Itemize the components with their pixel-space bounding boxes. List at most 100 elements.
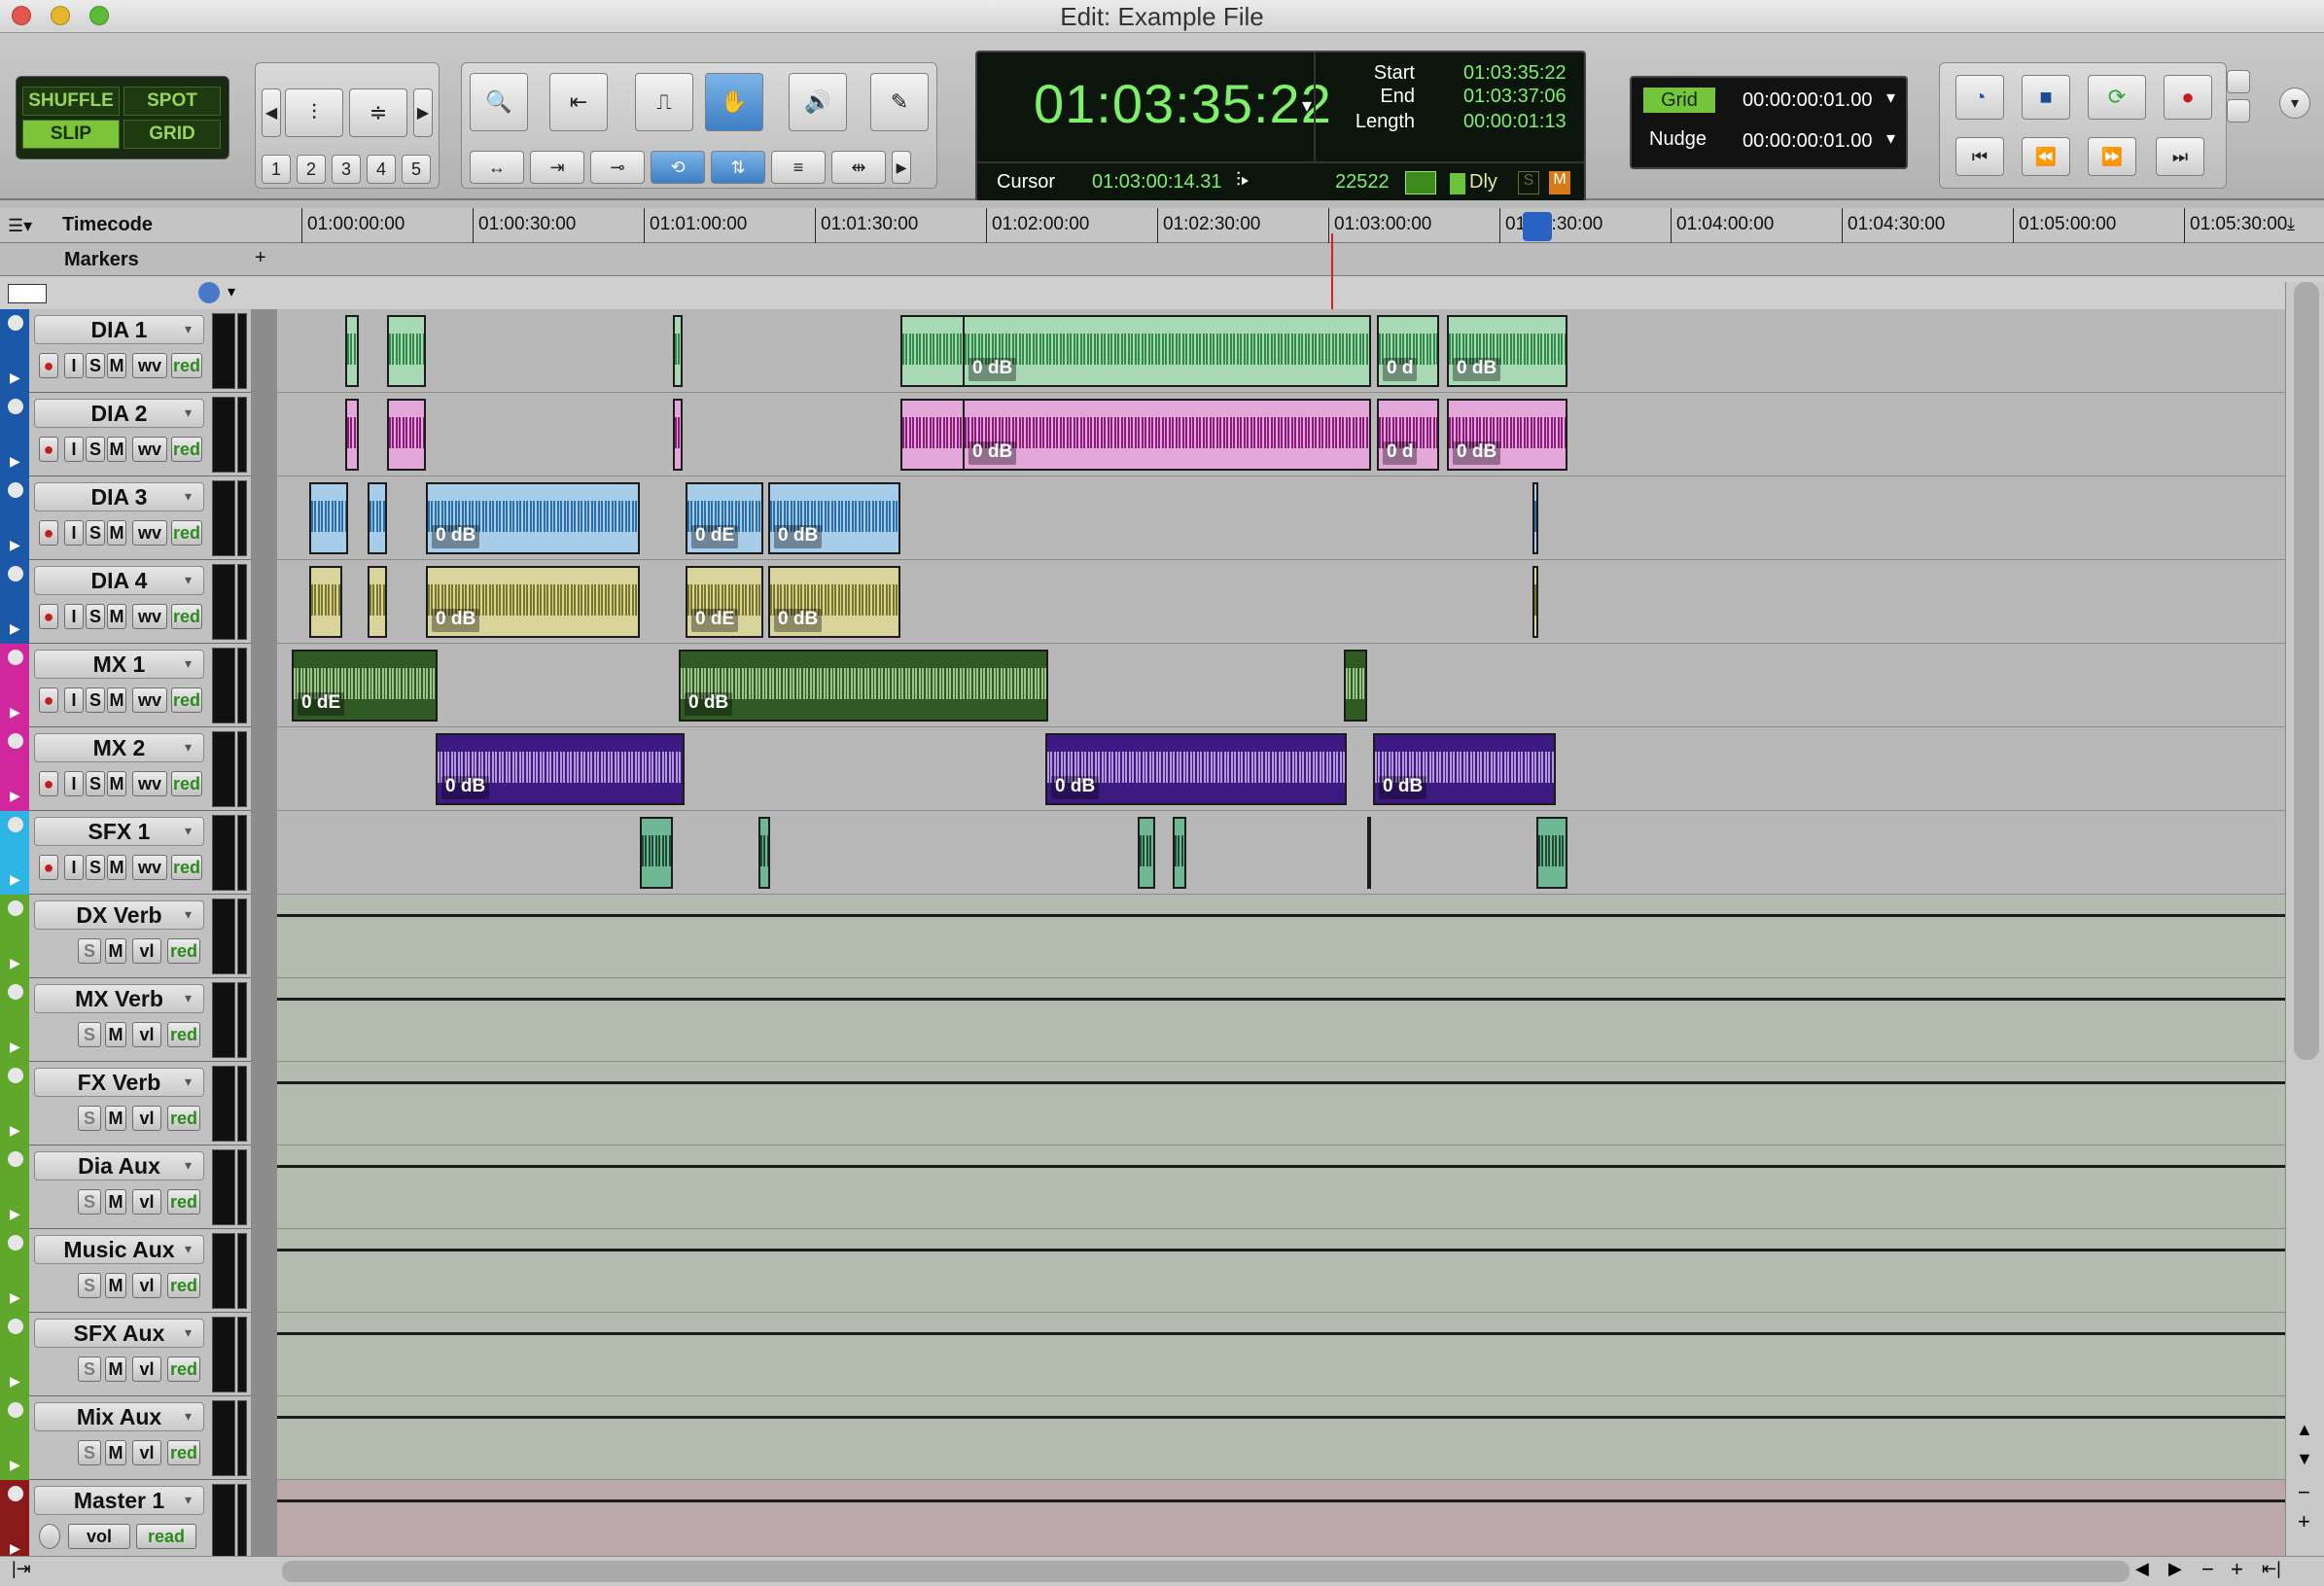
- solo-button[interactable]: S: [78, 1440, 101, 1465]
- audio-clip[interactable]: [345, 399, 359, 471]
- automation-line[interactable]: [277, 1081, 2285, 1084]
- solo-button[interactable]: S: [86, 855, 105, 880]
- length-value[interactable]: 00:00:01:13: [1463, 111, 1567, 133]
- input-monitor-button[interactable]: I: [64, 604, 84, 629]
- automation-mode-button[interactable]: red: [171, 855, 202, 880]
- audio-clip[interactable]: [640, 817, 673, 889]
- slip-mode-button[interactable]: SLIP: [22, 120, 120, 149]
- track-view-button[interactable]: wv: [132, 520, 167, 546]
- audio-clip[interactable]: [900, 399, 965, 471]
- mute-button[interactable]: M: [105, 1022, 126, 1047]
- mute-button[interactable]: M: [105, 938, 126, 964]
- markers-ruler[interactable]: Markers +: [0, 243, 2324, 276]
- record-enable-button[interactable]: ●: [39, 855, 58, 880]
- link-timeline-icon[interactable]: ⇥: [530, 151, 584, 184]
- track-view-button[interactable]: vl: [132, 1106, 161, 1131]
- track-name-dropdown-icon[interactable]: ▾: [185, 321, 192, 337]
- track-view-button[interactable]: vl: [132, 1357, 161, 1382]
- track-name-dropdown-icon[interactable]: ▾: [185, 990, 192, 1006]
- audio-clip[interactable]: 0 dB: [963, 399, 1371, 471]
- automation-mode-button[interactable]: red: [167, 1357, 200, 1382]
- fast-forward-icon[interactable]: ⏩: [2088, 137, 2136, 176]
- track-lane[interactable]: [277, 978, 2285, 1062]
- track-name[interactable]: Master 1: [34, 1486, 204, 1515]
- track-lane[interactable]: [277, 1313, 2285, 1396]
- track-name-dropdown-icon[interactable]: ▾: [185, 739, 192, 756]
- play-loop-icon[interactable]: ⟳: [2088, 75, 2146, 120]
- zoom-preset-button[interactable]: 5: [402, 155, 431, 184]
- record-enable-button[interactable]: ●: [39, 604, 58, 629]
- automation-mode-button[interactable]: red: [167, 1189, 200, 1215]
- automation-mode-button[interactable]: red: [167, 1106, 200, 1131]
- track-disclosure-icon[interactable]: [8, 1319, 23, 1334]
- shuffle-mode-button[interactable]: SHUFFLE: [22, 87, 120, 116]
- start-value[interactable]: 01:03:35:22: [1463, 62, 1567, 85]
- automation-mode-button[interactable]: red: [171, 604, 202, 629]
- audio-clip[interactable]: 0 dB: [963, 315, 1371, 387]
- track-name[interactable]: SFX Aux: [34, 1319, 204, 1348]
- online-icon[interactable]: ◔: [1955, 75, 2004, 120]
- solo-button[interactable]: S: [78, 1022, 101, 1047]
- keyboard-focus-icon[interactable]: ⇹: [831, 151, 886, 184]
- return-to-zero-icon[interactable]: ⏮: [1955, 137, 2004, 176]
- delay-comp-icon[interactable]: [1450, 173, 1465, 194]
- nudge-value[interactable]: 00:00:00:01.00: [1743, 130, 1872, 153]
- horizontal-scroll-thumb[interactable]: [282, 1561, 2130, 1582]
- stop-icon[interactable]: ■: [2022, 75, 2070, 120]
- selector-tool-icon[interactable]: ⎍: [635, 73, 693, 131]
- automation-expand-icon[interactable]: ▶: [10, 1457, 20, 1473]
- mute-button[interactable]: M: [105, 1440, 126, 1465]
- end-value[interactable]: 01:03:37:06: [1463, 86, 1567, 108]
- record-enable-button[interactable]: ●: [39, 437, 58, 462]
- record-enable-button[interactable]: ●: [39, 520, 58, 546]
- grid-label[interactable]: Grid: [1643, 88, 1715, 113]
- grabber-tool-icon[interactable]: ✋: [705, 73, 763, 131]
- track-lane[interactable]: [277, 1062, 2285, 1145]
- track-disclosure-icon[interactable]: [8, 482, 23, 498]
- input-monitor-button[interactable]: I: [64, 437, 84, 462]
- track-lane[interactable]: 0 dB 0 dB 0 dB: [277, 727, 2285, 811]
- track-disclosure-icon[interactable]: [8, 1151, 23, 1167]
- track-options-icon[interactable]: ▾: [228, 282, 235, 301]
- tools-more-icon[interactable]: ▶: [892, 151, 911, 184]
- track-disclosure-icon[interactable]: [8, 1068, 23, 1083]
- rewind-icon[interactable]: ⏪: [2022, 137, 2070, 176]
- automation-expand-icon[interactable]: ▶: [10, 1039, 20, 1055]
- automation-expand-icon[interactable]: ▶: [10, 1373, 20, 1390]
- automation-expand-icon[interactable]: ▶: [10, 1206, 20, 1222]
- track-disclosure-icon[interactable]: [8, 817, 23, 832]
- audio-clip[interactable]: 0 dB: [679, 650, 1048, 722]
- automation-expand-icon[interactable]: ▶: [10, 1122, 20, 1139]
- automation-mode-button[interactable]: red: [167, 1273, 200, 1298]
- horizontal-scrollbar[interactable]: |⇥ ◀ ▶ − + ⇤|: [0, 1556, 2324, 1586]
- track-disclosure-icon[interactable]: [8, 1402, 23, 1418]
- trim-tool-icon[interactable]: ⇤: [549, 73, 608, 131]
- track-name[interactable]: DIA 4: [34, 566, 204, 595]
- track-name-dropdown-icon[interactable]: ▾: [185, 655, 192, 672]
- automation-mode-button[interactable]: red: [171, 771, 202, 796]
- automation-line[interactable]: [277, 914, 2285, 917]
- audio-clip[interactable]: 0 dB: [1045, 733, 1347, 805]
- audio-clip[interactable]: 0 dB: [768, 482, 900, 554]
- audio-clip[interactable]: 0 d: [1377, 315, 1439, 387]
- track-view-button[interactable]: vl: [132, 1440, 161, 1465]
- audio-clip[interactable]: [1532, 482, 1538, 554]
- track-lane[interactable]: [277, 1480, 2285, 1564]
- zoom-in-arrow-icon[interactable]: ▶: [413, 88, 433, 137]
- input-monitor-button[interactable]: I: [64, 855, 84, 880]
- mute-button[interactable]: M: [105, 1357, 126, 1382]
- track-disclosure-icon[interactable]: [8, 984, 23, 1000]
- track-name[interactable]: DIA 1: [34, 315, 204, 344]
- record-icon[interactable]: ●: [2164, 75, 2212, 120]
- master-clock-icon[interactable]: [39, 1524, 60, 1549]
- track-name-dropdown-icon[interactable]: ▾: [185, 1324, 192, 1341]
- solo-button[interactable]: S: [86, 604, 105, 629]
- automation-expand-icon[interactable]: ▶: [10, 788, 20, 804]
- audio-clip[interactable]: [1536, 817, 1567, 889]
- track-name-dropdown-icon[interactable]: ▾: [185, 488, 192, 505]
- automation-mode-button[interactable]: red: [171, 520, 202, 546]
- automation-follows-icon[interactable]: ≡: [771, 151, 826, 184]
- track-lane[interactable]: 0 dB 0 d 0 dB: [277, 393, 2285, 476]
- solo-button[interactable]: S: [86, 437, 105, 462]
- tab-to-transients-icon[interactable]: ↔: [470, 151, 524, 184]
